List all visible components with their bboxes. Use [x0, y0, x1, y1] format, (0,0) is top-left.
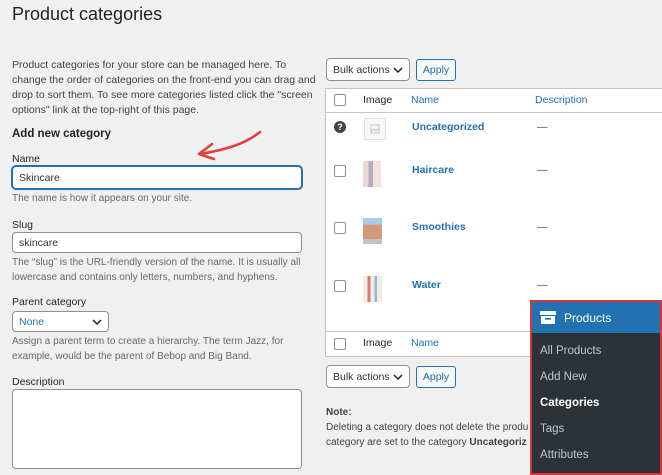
water-thumbnail: [363, 276, 382, 302]
name-help: The name is how it appears on your site.: [12, 193, 193, 204]
slug-field[interactable]: skincare: [12, 232, 302, 253]
slug-help: The “slug” is the URL-friendly version o…: [12, 257, 301, 283]
category-description: —: [537, 121, 548, 133]
chevron-down-icon: [393, 66, 403, 73]
smoothies-thumbnail: [363, 218, 382, 244]
menu-item-categories[interactable]: Categories: [540, 397, 599, 409]
page-title: Product categories: [12, 4, 163, 24]
note-text-line2-prefix: category are set to the category: [326, 437, 470, 448]
apply-button-top[interactable]: Apply: [416, 59, 456, 81]
menu-item-add-new[interactable]: Add New: [540, 371, 587, 383]
note-text-line2: category are set to the category Uncateg…: [326, 437, 527, 448]
bulk-actions-select-top[interactable]: Bulk actions: [326, 58, 410, 81]
column-header-image: Image: [363, 94, 393, 106]
chevron-down-icon: [393, 373, 403, 380]
select-all-checkbox-footer[interactable]: [334, 338, 346, 350]
slug-label: Slug: [12, 219, 34, 231]
slug-field-value: skincare: [19, 236, 59, 249]
bulk-actions-select-bottom[interactable]: Bulk actions: [326, 365, 410, 388]
products-menu-title: Products: [564, 310, 612, 325]
archive-box-icon: [540, 311, 556, 324]
name-label: Name: [12, 153, 41, 165]
name-field-value: Skincare: [19, 171, 60, 184]
bulk-actions-label-top: Bulk actions: [333, 63, 390, 76]
apply-button-bottom[interactable]: Apply: [416, 366, 456, 388]
menu-item-all-products[interactable]: All Products: [540, 345, 601, 357]
column-footer-image: Image: [363, 337, 393, 349]
help-icon[interactable]: ?: [334, 121, 346, 133]
haircare-thumbnail: [363, 161, 381, 187]
menu-item-attributes[interactable]: Attributes: [540, 449, 589, 461]
category-description: —: [537, 279, 548, 291]
red-arrow-annotation: [197, 130, 262, 161]
row-checkbox-water[interactable]: [334, 280, 346, 292]
category-description: —: [537, 164, 548, 176]
category-name-water[interactable]: Water: [412, 279, 441, 291]
parent-category-select[interactable]: None: [12, 311, 109, 332]
column-header-name[interactable]: Name: [411, 94, 439, 106]
column-header-description[interactable]: Description: [535, 94, 588, 106]
description-field[interactable]: [12, 389, 302, 469]
note-text-line2-bold: Uncategoriz: [469, 437, 527, 448]
products-menu-header[interactable]: Products: [532, 302, 660, 333]
parent-category-label: Parent category: [12, 296, 87, 308]
select-all-checkbox[interactable]: [334, 94, 346, 106]
intro-text: Product categories for your store can be…: [12, 59, 316, 116]
image-placeholder-icon: [364, 118, 386, 140]
parent-category-value: None: [19, 315, 45, 328]
row-checkbox-smoothies[interactable]: [334, 222, 346, 234]
table-header-divider: [326, 112, 662, 113]
row-checkbox-haircare[interactable]: [334, 165, 346, 177]
category-name-haircare[interactable]: Haircare: [412, 164, 454, 176]
parent-category-help: Assign a parent term to create a hierarc…: [12, 336, 284, 362]
menu-item-tags[interactable]: Tags: [540, 423, 564, 435]
category-name-uncategorized[interactable]: Uncategorized: [412, 121, 484, 133]
chevron-down-icon: [92, 318, 102, 325]
add-new-category-heading: Add new category: [12, 128, 112, 140]
note-text-line1: Deleting a category does not delete the …: [326, 422, 529, 433]
note-title: Note:: [326, 407, 352, 418]
category-name-smoothies[interactable]: Smoothies: [412, 221, 466, 233]
name-field[interactable]: Skincare: [12, 166, 302, 189]
column-footer-name[interactable]: Name: [411, 337, 439, 349]
category-description: —: [537, 221, 548, 233]
description-label: Description: [12, 376, 65, 388]
bulk-actions-label-bottom: Bulk actions: [333, 370, 390, 383]
